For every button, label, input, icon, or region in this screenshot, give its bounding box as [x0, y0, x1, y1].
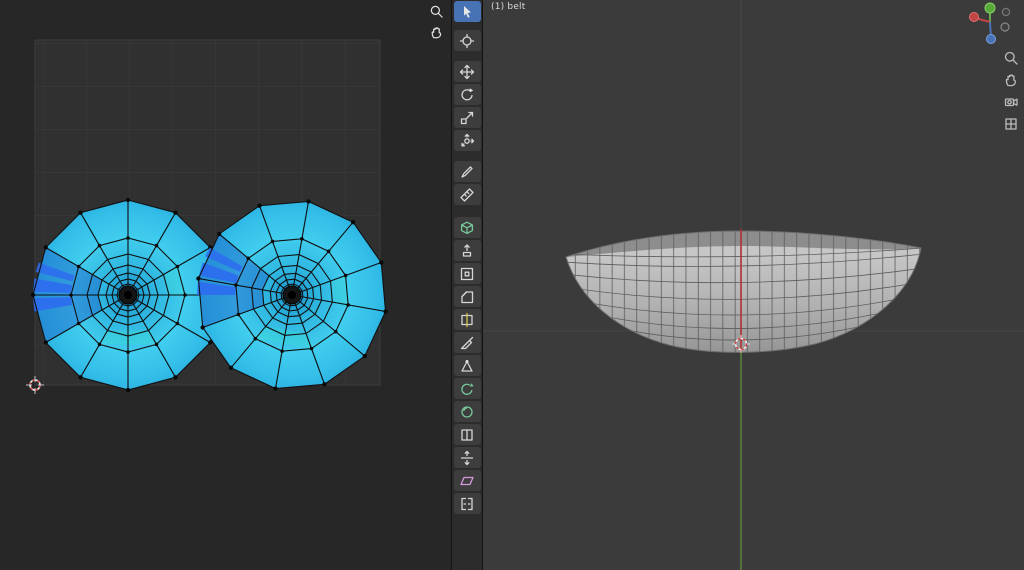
tool-scale-button[interactable] — [453, 107, 481, 128]
tool-poly-build-button[interactable] — [453, 355, 481, 376]
viewport-camera-button[interactable] — [1003, 94, 1019, 110]
gizmo-axis-y-green[interactable] — [984, 2, 996, 14]
tool-cursor-button[interactable] — [453, 30, 481, 51]
hand-icon — [431, 26, 441, 38]
spin-icon — [461, 382, 474, 395]
tool-knife-button[interactable] — [453, 332, 481, 353]
tool-shrink-fatten-button[interactable] — [453, 447, 481, 468]
hull-wireframe — [566, 231, 921, 353]
uv-editor-panel[interactable] — [0, 0, 452, 570]
tool-bevel-button[interactable] — [453, 286, 481, 307]
gizmo-axis-z-blue[interactable] — [986, 34, 996, 44]
rip-region-icon — [461, 497, 473, 510]
knife-icon — [460, 336, 474, 349]
smooth-icon — [461, 405, 473, 418]
tool-shelf — [452, 0, 483, 570]
annotate-pencil-icon — [461, 165, 473, 178]
viewport-header-label: (1) belt — [491, 2, 526, 12]
camera-icon — [1004, 98, 1018, 107]
edge-slide-icon — [461, 428, 473, 441]
measure-ruler-icon — [460, 187, 474, 202]
uv-zoom-button[interactable] — [428, 3, 444, 19]
orthographic-grid-icon — [1005, 118, 1017, 130]
tool-select-box-button[interactable] — [453, 1, 481, 22]
mesh-object-belt[interactable] — [553, 220, 953, 370]
tool-rotate-button[interactable] — [453, 84, 481, 105]
viewport-side-controls — [1003, 50, 1019, 132]
uv-pan-button[interactable] — [428, 24, 444, 40]
uv-canvas[interactable] — [0, 0, 452, 570]
viewport-ortho-button[interactable] — [1003, 116, 1019, 132]
viewport-3d[interactable]: (1) belt — [483, 0, 1024, 570]
select-box-icon — [464, 5, 471, 18]
tool-edge-slide-button[interactable] — [453, 424, 481, 445]
tool-rip-region-button[interactable] — [453, 493, 481, 514]
zoom-icon — [430, 5, 443, 18]
rotate-icon — [461, 87, 474, 100]
tool-smooth-button[interactable] — [453, 401, 481, 422]
tool-loop-cut-button[interactable] — [453, 309, 481, 330]
loop-cut-icon — [461, 312, 473, 327]
viewport-pan-button[interactable] — [1003, 72, 1019, 88]
shear-icon — [460, 476, 474, 485]
tool-inset-button[interactable] — [453, 263, 481, 284]
extrude-region-icon — [462, 243, 472, 257]
tool-add-cube-button[interactable] — [453, 217, 481, 238]
scale-icon — [460, 111, 474, 124]
tool-shear-button[interactable] — [453, 470, 481, 491]
gizmo-axis-negative-2[interactable] — [1001, 7, 1011, 17]
move-icon — [459, 64, 475, 79]
add-cube-icon — [460, 221, 474, 234]
inset-faces-icon — [460, 267, 474, 280]
transform-icon — [461, 133, 475, 146]
gizmo-axis-x-red[interactable] — [969, 12, 979, 22]
gizmo-axis-negative-1[interactable] — [1000, 22, 1010, 32]
blender-window: (1) belt — [0, 0, 1024, 570]
shrink-fatten-icon — [460, 450, 474, 465]
tool-extrude-button[interactable] — [453, 240, 481, 261]
zoom-icon — [1004, 51, 1018, 65]
cursor-icon — [459, 33, 475, 48]
tool-spin-button[interactable] — [453, 378, 481, 399]
viewport-zoom-button[interactable] — [1003, 50, 1019, 66]
tool-measure-button[interactable] — [453, 184, 481, 205]
bevel-icon — [461, 290, 474, 303]
hand-icon — [1005, 74, 1016, 87]
poly-build-icon — [461, 359, 473, 372]
viewport-canvas[interactable] — [483, 0, 1024, 570]
navigation-gizmo[interactable] — [960, 0, 1018, 52]
uv-editor-overlay-controls — [428, 3, 444, 40]
tool-annotate-button[interactable] — [453, 161, 481, 182]
tool-transform-button[interactable] — [453, 130, 481, 151]
tool-move-button[interactable] — [453, 61, 481, 82]
